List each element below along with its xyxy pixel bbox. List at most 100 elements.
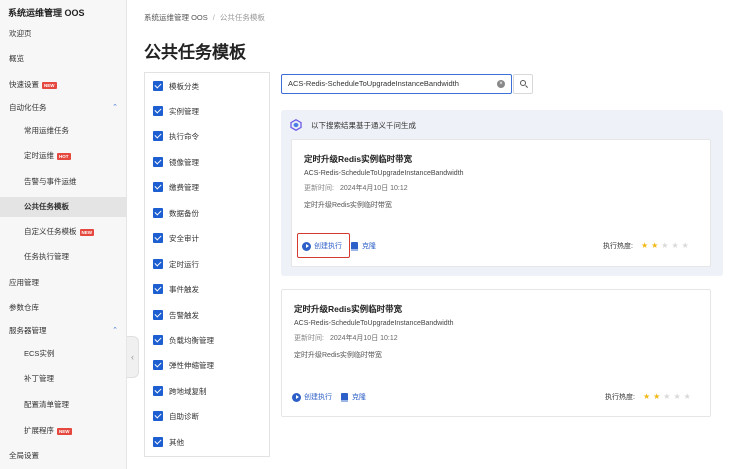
sidebar-item-patch-management[interactable]: 补丁管理 xyxy=(0,369,127,389)
category-label: 负载均衡管理 xyxy=(169,335,214,345)
sidebar-item-label: 自动化任务 xyxy=(9,103,47,112)
sidebar-item-inventory-management[interactable]: 配置清单管理 xyxy=(0,395,127,415)
heat-label: 执行热度: xyxy=(603,243,633,250)
create-execution-button[interactable]: 创建执行 xyxy=(292,392,332,402)
checkbox-checked-icon xyxy=(153,233,163,243)
sidebar-item-overview[interactable]: 概览 xyxy=(0,49,127,69)
sidebar: 系统运维管理 OOS 欢迎页 概览 快速设置 NEW 自动化任务 ⌃ 常用运维任务 … xyxy=(0,0,127,469)
template-description: 定时升级Redis实例临时带宽 xyxy=(304,202,392,209)
star-filled-icon: ★ xyxy=(653,392,661,401)
checkbox-checked-icon xyxy=(153,208,163,218)
sidebar-item-label: 应用管理 xyxy=(9,278,39,287)
clear-icon[interactable]: × xyxy=(497,80,505,88)
ai-result-header: 以下搜索结果基于通义千问生成 xyxy=(290,119,416,131)
sidebar-item-scheduled-ops[interactable]: 定时运维 HOT xyxy=(0,146,127,166)
category-label: 安全审计 xyxy=(169,233,199,243)
category-checkbox[interactable]: 告警触发 xyxy=(153,308,199,322)
star-empty-icon: ★ xyxy=(681,241,689,250)
star-empty-icon: ★ xyxy=(671,241,679,250)
sidebar-group-automation[interactable]: 自动化任务 ⌃ xyxy=(0,98,127,118)
breadcrumb-root[interactable]: 系统运维管理 OOS xyxy=(144,13,208,22)
category-label: 事件触发 xyxy=(169,284,199,294)
sidebar-item-label: ECS实例 xyxy=(24,349,55,358)
checkbox-checked-icon xyxy=(153,106,163,116)
category-checkbox[interactable]: 模板分类 xyxy=(153,79,199,93)
category-checkbox[interactable]: 其他 xyxy=(153,435,184,449)
category-checkbox[interactable]: 缴费管理 xyxy=(153,180,199,194)
checkbox-checked-icon xyxy=(153,284,163,294)
sidebar-item-label: 常用运维任务 xyxy=(24,126,69,135)
sidebar-item-alarm-event-ops[interactable]: 告警与事件运维 xyxy=(0,172,127,192)
updated-value: 2024年4月10日 10:12 xyxy=(329,335,398,342)
search-input[interactable]: ACS-Redis-ScheduleToUpgradeInstanceBandw… xyxy=(281,74,512,94)
star-empty-icon: ★ xyxy=(661,241,669,250)
sidebar-item-label: 告警与事件运维 xyxy=(24,177,77,186)
breadcrumb-current: 公共任务模板 xyxy=(219,13,265,22)
checkbox-checked-icon xyxy=(153,437,163,447)
sidebar-group-server-management[interactable]: 服务器管理 ⌃ xyxy=(0,321,127,341)
search-icon-handle xyxy=(524,85,529,89)
checkbox-checked-icon xyxy=(153,360,163,370)
hot-badge: HOT xyxy=(57,152,71,160)
sidebar-item-parameter-store[interactable]: 参数仓库 xyxy=(0,298,127,318)
sidebar-item-common-tasks[interactable]: 常用运维任务 xyxy=(0,121,127,141)
category-checkbox[interactable]: 定时运行 xyxy=(153,257,199,271)
sidebar-item-label: 全局设置 xyxy=(9,451,39,460)
sidebar-item-label: 配置清单管理 xyxy=(24,400,69,409)
category-label: 执行命令 xyxy=(169,131,199,141)
category-checkbox[interactable]: 实例管理 xyxy=(153,104,199,118)
clone-button[interactable]: 克隆 xyxy=(341,392,366,402)
template-code: ACS-Redis-ScheduleToUpgradeInstanceBandw… xyxy=(304,170,464,177)
sidebar-item-public-templates[interactable]: 公共任务模板 xyxy=(0,197,127,217)
template-card: 定时升级Redis实例临时带宽 ACS-Redis-ScheduleToUpgr… xyxy=(281,289,711,417)
category-label: 实例管理 xyxy=(169,106,199,116)
heat-label: 执行热度: xyxy=(605,394,635,401)
category-label: 其他 xyxy=(169,437,184,447)
template-title[interactable]: 定时升级Redis实例临时带宽 xyxy=(294,303,402,315)
ai-result-header-text: 以下搜索结果基于通义千问生成 xyxy=(311,120,416,130)
sidebar-item-quick-setup[interactable]: 快速设置 NEW xyxy=(0,75,127,95)
template-title[interactable]: 定时升级Redis实例临时带宽 xyxy=(304,153,412,165)
category-checkbox[interactable]: 负载均衡管理 xyxy=(153,333,214,347)
sidebar-item-label: 公共任务模板 xyxy=(24,202,69,211)
checkbox-checked-icon xyxy=(153,386,163,396)
chevron-left-icon: ‹ xyxy=(131,352,134,362)
sidebar-item-global-settings[interactable]: 全局设置 xyxy=(0,446,127,466)
star-filled-icon: ★ xyxy=(640,241,649,250)
category-label: 镜像管理 xyxy=(169,157,199,167)
category-checkbox[interactable]: 跨地域复制 xyxy=(153,384,207,398)
checkbox-checked-icon xyxy=(153,157,163,167)
sidebar-item-welcome[interactable]: 欢迎页 xyxy=(0,24,127,44)
category-filter-panel: 模板分类 实例管理 执行命令 镜像管理 缴费管理 数据备份 安全审计 定时运行 … xyxy=(144,72,270,457)
category-checkbox[interactable]: 安全审计 xyxy=(153,231,199,245)
sidebar-item-custom-templates[interactable]: 自定义任务模板 NEW xyxy=(0,222,127,242)
sidebar-item-label: 服务器管理 xyxy=(9,326,47,335)
category-checkbox[interactable]: 自助诊断 xyxy=(153,409,199,423)
sidebar-item-app-management[interactable]: 应用管理 xyxy=(0,273,127,293)
template-description: 定时升级Redis实例临时带宽 xyxy=(294,352,382,359)
sidebar-item-label: 扩展程序 xyxy=(24,426,54,435)
sidebar-item-task-execution[interactable]: 任务执行管理 xyxy=(0,247,127,267)
category-checkbox[interactable]: 事件触发 xyxy=(153,282,199,296)
category-label: 模板分类 xyxy=(169,81,199,91)
clone-button[interactable]: 克隆 xyxy=(351,241,376,251)
category-checkbox[interactable]: 执行命令 xyxy=(153,129,199,143)
sidebar-collapse-handle[interactable]: ‹ xyxy=(127,336,139,378)
checkbox-checked-icon xyxy=(153,131,163,141)
sidebar-item-label: 快速设置 xyxy=(9,80,39,89)
sidebar-item-ecs-instances[interactable]: ECS实例 xyxy=(0,344,127,364)
checkbox-checked-icon xyxy=(153,335,163,345)
checkbox-checked-icon xyxy=(153,310,163,320)
template-updated: 更新时间: 2024年4月10日 10:12 xyxy=(294,333,398,343)
create-execution-highlight xyxy=(297,233,350,258)
category-checkbox[interactable]: 镜像管理 xyxy=(153,155,199,169)
new-badge: NEW xyxy=(42,81,57,89)
template-card: 定时升级Redis实例临时带宽 ACS-Redis-ScheduleToUpgr… xyxy=(291,139,711,267)
checkbox-checked-icon xyxy=(153,182,163,192)
execution-heat-rating: 执行热度: ★ ★ ★ ★ ★ xyxy=(603,241,689,251)
category-checkbox[interactable]: 弹性伸缩管理 xyxy=(153,358,214,372)
updated-label: 更新时间: xyxy=(294,335,324,342)
category-checkbox[interactable]: 数据备份 xyxy=(153,206,199,220)
sidebar-item-extensions[interactable]: 扩展程序 NEW xyxy=(0,421,127,441)
search-button[interactable] xyxy=(513,74,533,94)
